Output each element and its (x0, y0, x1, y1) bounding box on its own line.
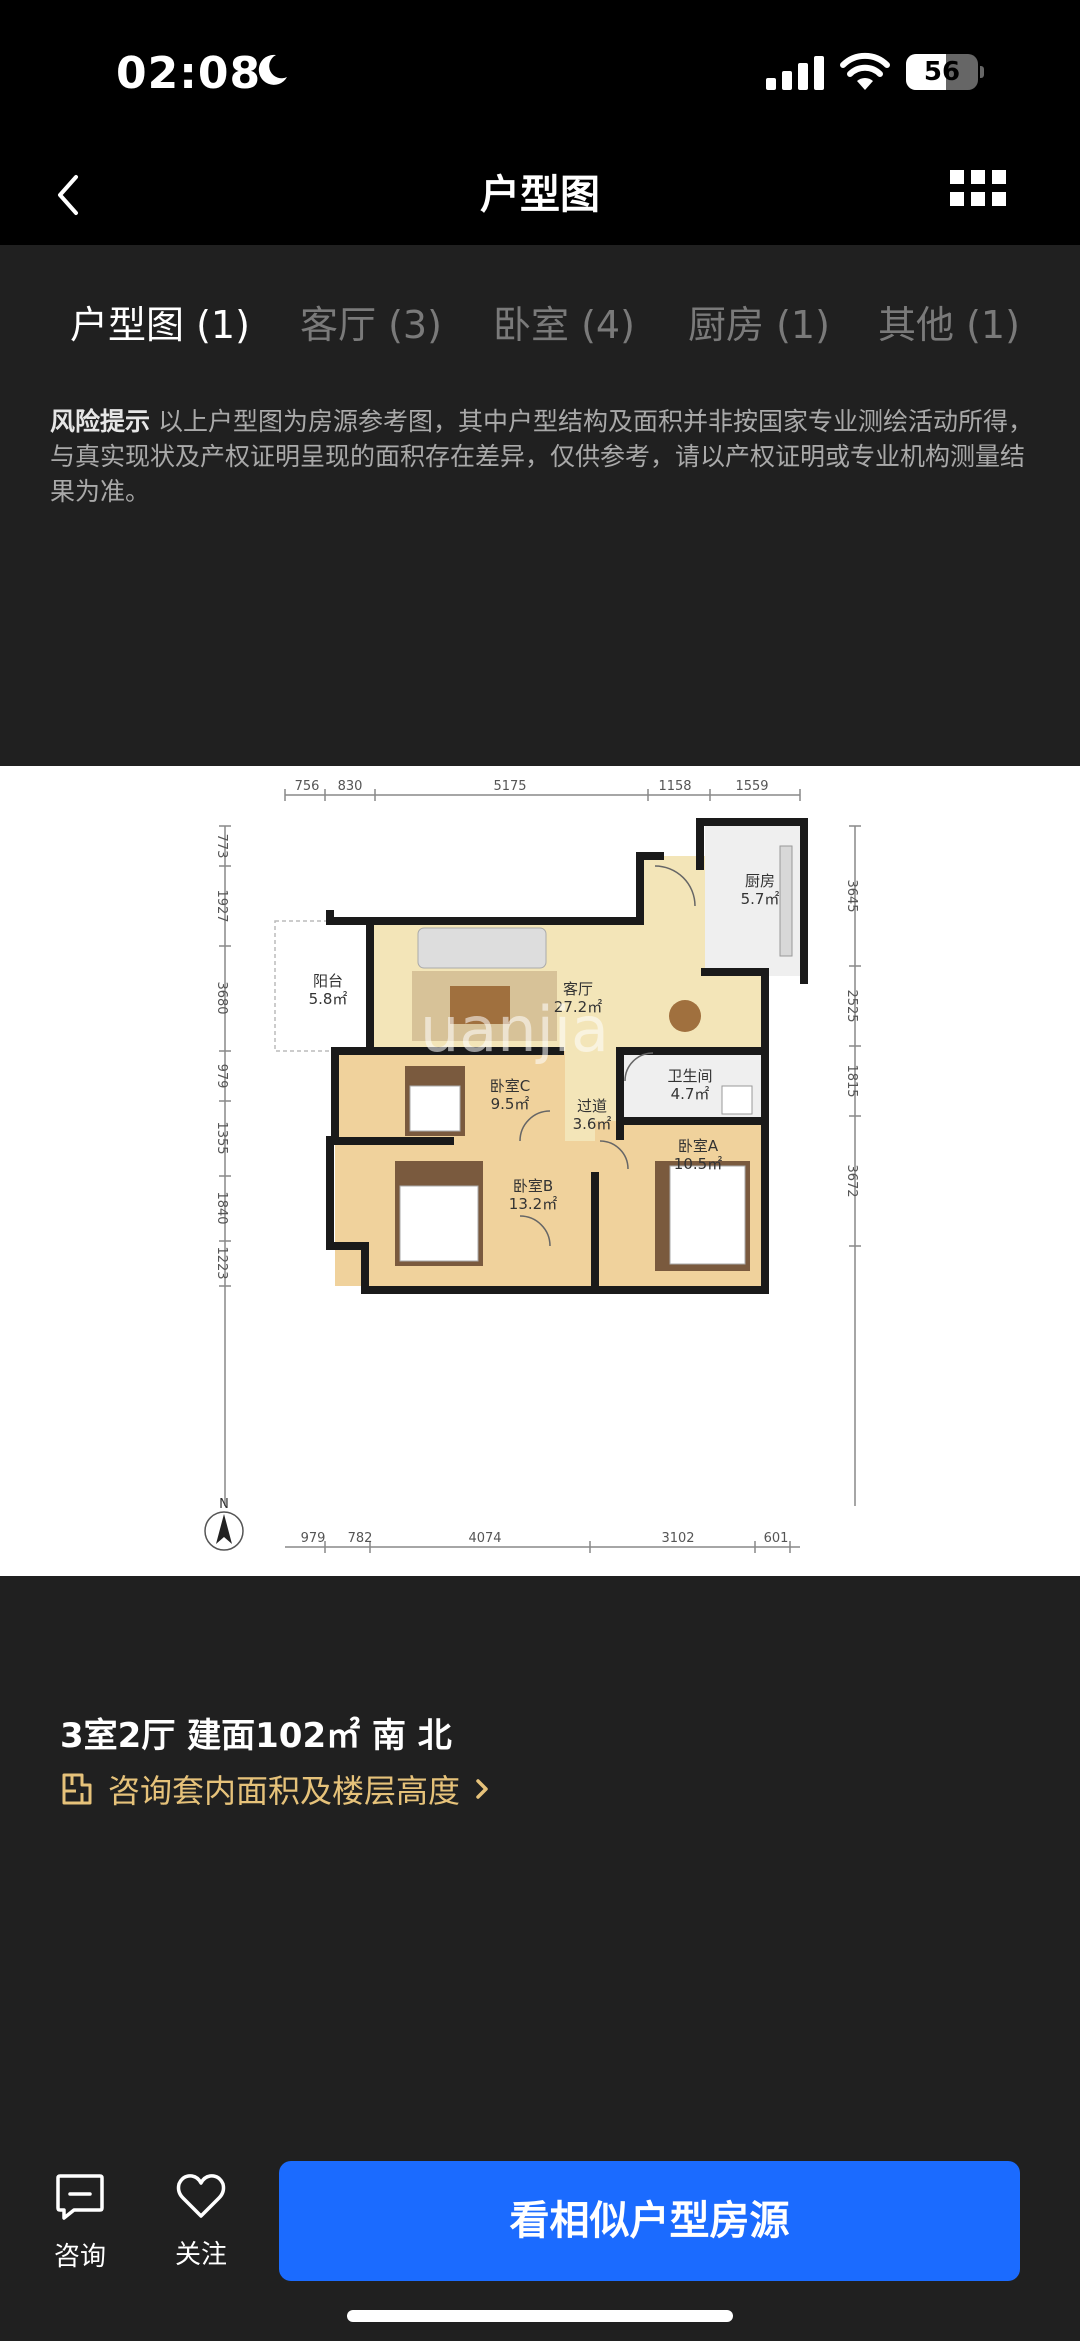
status-bar: 02:08 56 (0, 0, 1080, 145)
room-hallway-name: 过道 (577, 1097, 607, 1115)
dim-bottom-1: 979 (301, 1531, 326, 1546)
dim-left-1: 773 (214, 834, 229, 859)
room-kitchen-area: 5.7㎡ (741, 890, 780, 908)
floorplan-drawing: 756 830 5175 1158 1559 979 782 4074 3102… (204, 779, 861, 1553)
floorplan-image[interactable]: 756 830 5175 1158 1559 979 782 4074 3102… (0, 766, 1080, 1576)
nav-bar: 户型图 (0, 145, 1080, 245)
room-kitchen-name: 厨房 (745, 872, 775, 890)
tab-other[interactable]: 其他 (1) (878, 290, 1020, 360)
dim-left-3: 3680 (214, 981, 229, 1014)
compass-icon: N (204, 1497, 244, 1551)
dim-top-5: 1559 (735, 779, 768, 794)
room-balcony-name: 阳台 (313, 972, 343, 990)
dim-top-2: 830 (338, 779, 363, 794)
signal-icon (766, 56, 824, 90)
category-tabs: 户型图 (1) 客厅 (3) 卧室 (4) 厨房 (1) 其他 (1) (0, 290, 1080, 360)
tab-floorplan[interactable]: 户型图 (1) (70, 290, 250, 360)
risk-title: 风险提示 (50, 407, 151, 436)
floorplan-outline-icon (62, 1773, 92, 1805)
dim-left-4: 979 (214, 1064, 229, 1089)
grid-view-button[interactable] (950, 170, 1010, 220)
tab-bedroom[interactable]: 卧室 (4) (493, 290, 635, 360)
chevron-right-icon (476, 1779, 488, 1799)
dim-bottom-4: 3102 (661, 1531, 694, 1546)
dim-bottom-2: 782 (348, 1531, 373, 1546)
dim-top-4: 1158 (658, 779, 691, 794)
dim-right-3: 1815 (844, 1064, 859, 1097)
dim-bottom-5: 601 (764, 1531, 789, 1546)
wifi-icon (840, 52, 890, 90)
battery-icon: 56 (906, 54, 984, 90)
dim-bottom-3: 4074 (468, 1531, 501, 1546)
consult-label: 咨询 (53, 2242, 106, 2272)
room-bedroom-a-area: 10.5㎡ (674, 1155, 722, 1173)
grid-icon (950, 170, 1006, 206)
dim-right-1: 3645 (844, 879, 859, 912)
dim-left-5: 1355 (214, 1121, 229, 1154)
dim-left-2: 1927 (214, 889, 229, 922)
dim-right-4: 3672 (844, 1164, 859, 1197)
home-indicator[interactable] (347, 2310, 733, 2322)
room-bedroom-a-name: 卧室A (678, 1137, 719, 1155)
follow-button[interactable]: 关注 (156, 2172, 246, 2271)
status-time: 02:08 (116, 48, 262, 99)
dim-left-6: 1840 (214, 1191, 229, 1224)
dim-right-2: 2525 (844, 989, 859, 1022)
room-bathroom-area: 4.7㎡ (671, 1085, 710, 1103)
consult-button[interactable]: 咨询 (35, 2172, 125, 2273)
follow-label: 关注 (174, 2240, 227, 2270)
room-bedroom-c-name: 卧室C (490, 1077, 530, 1095)
battery-level: 56 (923, 57, 961, 87)
tab-kitchen[interactable]: 厨房 (1) (688, 290, 830, 360)
consult-link-label: 咨询套内面积及楼层高度 (108, 1772, 461, 1810)
room-hallway-area: 3.6㎡ (573, 1115, 612, 1133)
room-bedroom-b-name: 卧室B (513, 1177, 553, 1195)
room-bedroom-b-area: 13.2㎡ (509, 1195, 557, 1213)
dim-top-3: 5175 (493, 779, 526, 794)
view-similar-layouts-button[interactable]: 看相似户型房源 (279, 2161, 1020, 2281)
heart-icon (176, 2174, 226, 2218)
risk-text: 以上户型图为房源参考图，其中户型结构及面积并非按国家专业测绘活动所得，与真实现状… (50, 407, 1033, 506)
moon-icon (258, 54, 287, 85)
page-title: 户型图 (480, 172, 600, 218)
room-balcony-area: 5.8㎡ (309, 990, 348, 1008)
tab-living-room[interactable]: 客厅 (3) (300, 290, 442, 360)
compass-label: N (219, 1497, 229, 1512)
dim-top-1: 756 (295, 779, 320, 794)
risk-notice: 风险提示 以上户型图为房源参考图，其中户型结构及面积并非按国家专业测绘活动所得，… (50, 404, 1040, 509)
room-bathroom-name: 卫生间 (667, 1067, 712, 1085)
room-bedroom-c-area: 9.5㎡ (491, 1095, 530, 1113)
chevron-left-icon (58, 175, 78, 215)
chat-icon (56, 2174, 104, 2220)
back-button[interactable] (40, 165, 96, 225)
layout-summary: 3室2厅 建面102㎡ 南 北 (60, 1716, 452, 1756)
consult-area-link[interactable]: 咨询套内面积及楼层高度 (60, 1766, 506, 1812)
watermark: uanjia (420, 993, 609, 1066)
dim-left-7: 1223 (214, 1246, 229, 1279)
